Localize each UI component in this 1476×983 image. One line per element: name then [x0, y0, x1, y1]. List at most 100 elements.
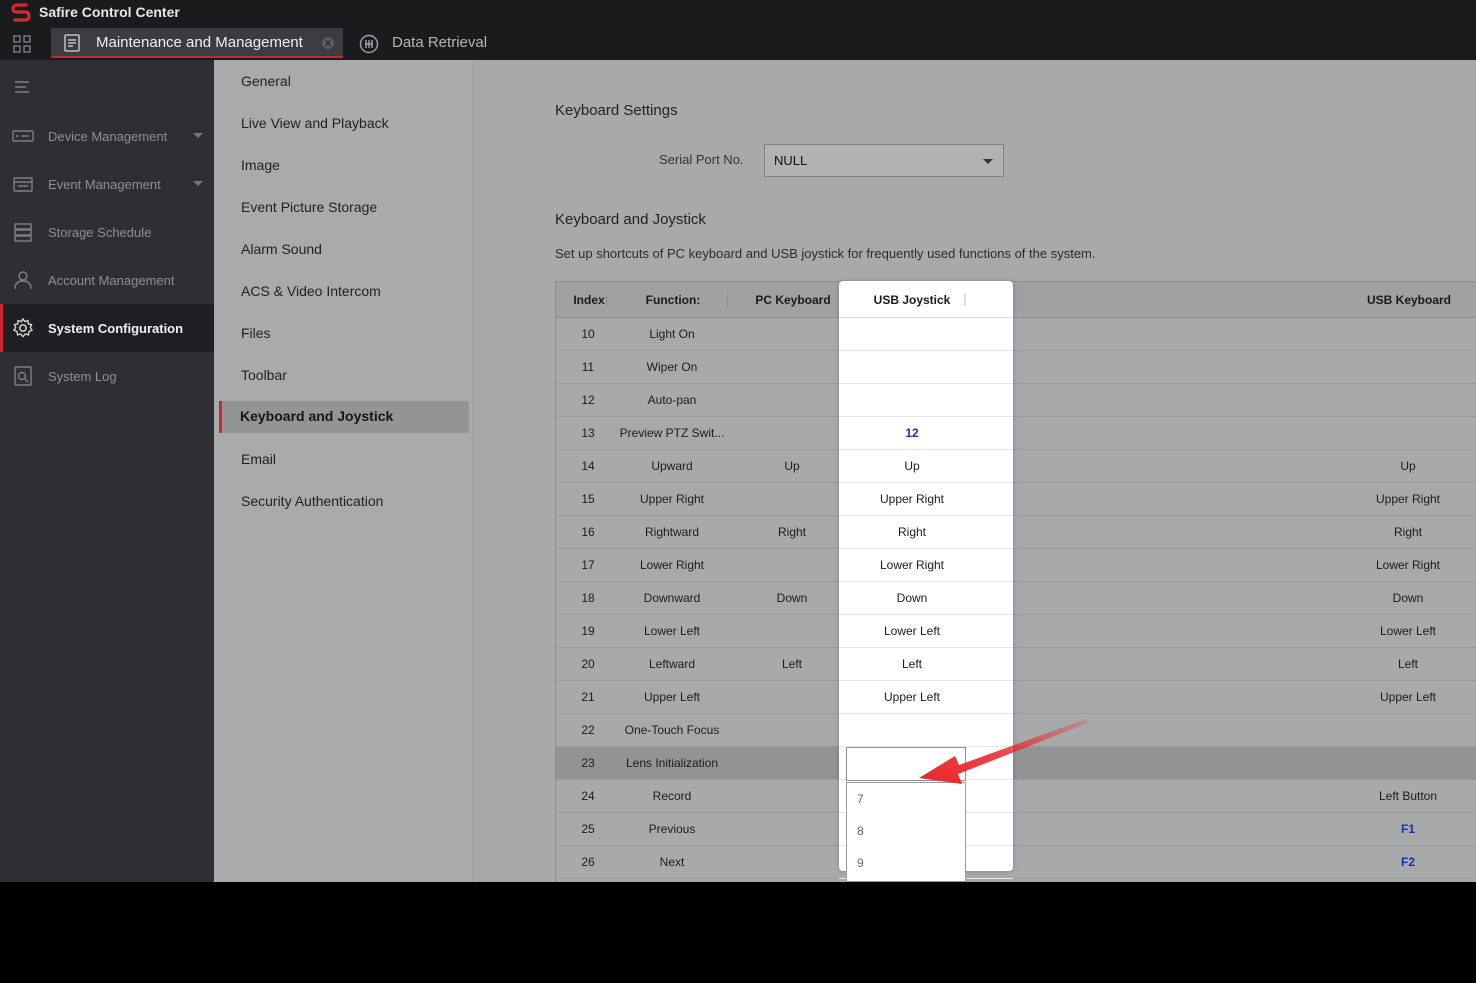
nav-device-management[interactable]: Device Management: [0, 112, 214, 160]
serial-port-label: Serial Port No.: [659, 152, 744, 167]
header-separator: [727, 294, 728, 307]
table-row[interactable]: 26 Next F2: [556, 846, 1476, 879]
submenu-item-email[interactable]: Email: [214, 444, 469, 476]
table-row[interactable]: 21 Upper Left Upper Left: [556, 681, 1476, 714]
nav-label: Device Management: [48, 129, 168, 144]
table-row[interactable]: 15 Upper Right Upper Right: [556, 483, 1476, 516]
cell-function: Downward: [643, 591, 701, 605]
joystick-cell[interactable]: Up: [839, 450, 1013, 483]
joystick-cell[interactable]: Lower Right: [839, 549, 1013, 582]
nav-event-management[interactable]: Event Management: [0, 160, 214, 208]
cell-usb: Lower Left: [1379, 624, 1437, 638]
cell-usb: Down: [1392, 591, 1424, 605]
user-icon: [14, 271, 32, 290]
nav-system-log[interactable]: System Log: [0, 352, 214, 400]
joystick-cell[interactable]: Down: [839, 582, 1013, 615]
cell-index: 16: [581, 525, 595, 539]
cell-function: Wiper On: [646, 360, 698, 374]
submenu-item-image[interactable]: Image: [214, 150, 469, 182]
submenu-item-general[interactable]: General: [214, 66, 469, 98]
joystick-cell[interactable]: Upper Left: [839, 681, 1013, 714]
chevron-down-icon: [193, 133, 203, 138]
table-row[interactable]: 17 Lower Right Lower Right: [556, 549, 1476, 582]
tab-data-retrieval[interactable]: Data Retrieval: [357, 30, 517, 58]
nav-system-configuration[interactable]: System Configuration: [0, 304, 214, 352]
table-header: Index Function: PC Keyboard USB Keyboard: [556, 281, 1476, 318]
submenu-label: Live View and Playback: [241, 115, 389, 131]
table-row[interactable]: 10 Light On: [556, 318, 1476, 351]
joystick-cell[interactable]: Right: [839, 516, 1013, 549]
table-row[interactable]: 11 Wiper On: [556, 351, 1476, 384]
serial-port-select[interactable]: NULL: [764, 144, 1004, 177]
app-window: Safire Control Center Maintenance and Ma…: [0, 0, 1476, 882]
chevron-down-icon: [983, 159, 993, 164]
joystick-cell[interactable]: Left: [839, 648, 1013, 681]
submenu-item-event-picture-storage[interactable]: Event Picture Storage: [214, 192, 469, 224]
table-row[interactable]: 12 Auto-pan: [556, 384, 1476, 417]
config-submenu: General Live View and Playback Image Eve…: [214, 60, 474, 882]
header-separator: [964, 293, 966, 306]
nav-account-management[interactable]: Account Management: [0, 256, 214, 304]
nav-label: System Configuration: [48, 321, 184, 336]
joystick-cell[interactable]: [839, 384, 1013, 417]
header-usb-joystick-label: USB Joystick: [873, 293, 951, 307]
cell-index: 18: [581, 591, 595, 605]
cell-index: 14: [581, 459, 595, 473]
table-row[interactable]: 25 Previous F1: [556, 813, 1476, 846]
submenu-item-security-authentication[interactable]: Security Authentication: [214, 486, 469, 518]
joystick-cell[interactable]: [839, 318, 1013, 351]
cell-function: Record: [652, 789, 692, 803]
submenu-label: Event Picture Storage: [241, 199, 378, 215]
joystick-cell[interactable]: 12: [839, 417, 1013, 450]
cell-function: Leftward: [648, 657, 696, 671]
cell-function: Auto-pan: [647, 393, 697, 407]
cell-function: Next: [659, 855, 685, 869]
submenu-item-files[interactable]: Files: [214, 318, 469, 350]
cell-usb: Upper Left: [1379, 690, 1437, 704]
cell-usb: Up: [1400, 459, 1416, 473]
cell-joystick: Left: [901, 657, 923, 671]
table-row[interactable]: 18 Downward Down Down: [556, 582, 1476, 615]
cell-function: Preview PTZ Swit...: [619, 426, 725, 440]
cell-usb: Right: [1393, 525, 1423, 539]
cell-index: 23: [581, 756, 595, 770]
nav-label: Event Management: [48, 177, 161, 192]
cell-pc: Up: [784, 459, 800, 473]
submenu-label: Keyboard and Joystick: [240, 408, 394, 424]
submenu-label: General: [241, 73, 291, 89]
apps-grid-icon[interactable]: [13, 35, 31, 53]
submenu-item-alarm-sound[interactable]: Alarm Sound: [214, 234, 469, 266]
joystick-cell[interactable]: Upper Right: [839, 483, 1013, 516]
tab-maintenance-and-management[interactable]: Maintenance and Management: [51, 28, 343, 58]
menu-collapse-icon[interactable]: [14, 80, 30, 94]
submenu-item-acs-video-intercom[interactable]: ACS & Video Intercom: [214, 276, 469, 308]
joystick-cell[interactable]: [839, 351, 1013, 384]
table-row[interactable]: 14 Upward Up Up: [556, 450, 1476, 483]
close-tab-icon[interactable]: [321, 36, 335, 50]
cell-joystick: 12: [905, 426, 919, 440]
serial-port-value: NULL: [774, 153, 808, 168]
cell-function: Upward: [651, 459, 693, 473]
table-row[interactable]: 19 Lower Left Lower Left: [556, 615, 1476, 648]
submenu-item-live-view-and-playback[interactable]: Live View and Playback: [214, 108, 469, 140]
dropdown-option[interactable]: 9: [847, 847, 965, 879]
cell-index: 24: [581, 789, 595, 803]
dropdown-option-label: 9: [857, 856, 864, 870]
nav-storage-schedule[interactable]: Storage Schedule: [0, 208, 214, 256]
joystick-key-options: 7 8 9: [846, 782, 966, 882]
dropdown-option[interactable]: 8: [847, 815, 965, 847]
table-row[interactable]: 13 Preview PTZ Swit...: [556, 417, 1476, 450]
cell-usb: Left: [1397, 657, 1419, 671]
submenu-label: Toolbar: [241, 367, 287, 383]
submenu-item-toolbar[interactable]: Toolbar: [214, 360, 469, 392]
table-row[interactable]: 16 Rightward Right Right: [556, 516, 1476, 549]
table-row[interactable]: 20 Leftward Left Left: [556, 648, 1476, 681]
joystick-cell[interactable]: Lower Left: [839, 615, 1013, 648]
cell-function: Upper Right: [639, 492, 705, 506]
log-icon: [14, 366, 32, 386]
cell-index: 22: [581, 723, 595, 737]
submenu-item-keyboard-and-joystick[interactable]: Keyboard and Joystick: [219, 401, 469, 433]
header-index: Index: [573, 293, 605, 307]
cell-index: 26: [581, 855, 595, 869]
app-title: Safire Control Center: [39, 4, 180, 20]
